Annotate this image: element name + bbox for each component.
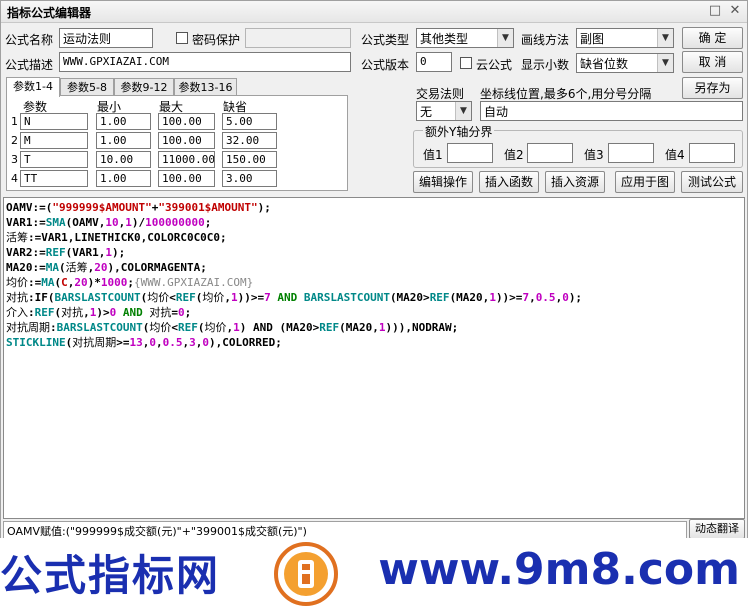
close-icon[interactable]: ✕ <box>727 3 743 19</box>
code-line-4: VAR2:=REF(VAR1,1); <box>6 246 126 259</box>
password-input[interactable] <box>245 28 351 48</box>
status-bar: OAMV赋值:("999999$成交额(元)"+"399001$成交额(元)") <box>3 521 687 539</box>
param-name-input[interactable]: TT <box>20 170 88 187</box>
edit-ops-button[interactable]: 编辑操作 <box>413 171 473 193</box>
formula-code-editor[interactable]: OAMV:=("999999$AMOUNT"+"399001$AMOUNT");… <box>3 197 745 519</box>
param-min-input[interactable]: 10.00 <box>96 151 151 168</box>
decimals-label: 显示小数 <box>521 58 570 72</box>
cancel-button[interactable]: 取 消 <box>682 51 743 73</box>
param-index: 1 <box>11 115 18 128</box>
param-index: 4 <box>11 172 18 185</box>
chevron-down-icon: ▼ <box>657 54 673 72</box>
param-index: 2 <box>11 134 18 147</box>
trade-rule-label: 交易法则 <box>416 87 465 101</box>
code-line-10: STICKLINE(对抗周期>=13,0,0.5,3,0),COLORRED; <box>6 336 282 349</box>
chevron-down-icon: ▼ <box>497 29 513 47</box>
site-logo-icon <box>274 542 338 606</box>
formula-name-input[interactable]: 运动法则 <box>59 28 153 48</box>
chevron-down-icon: ▼ <box>455 102 471 120</box>
param-min-input[interactable]: 1.00 <box>96 132 151 149</box>
param-default-input[interactable]: 32.00 <box>222 132 277 149</box>
param-index: 3 <box>11 153 18 166</box>
formula-name-label: 公式名称 <box>5 33 54 47</box>
save-as-button[interactable]: 另存为 <box>682 77 743 99</box>
formula-desc-label: 公式描述 <box>5 58 54 72</box>
restore-icon[interactable]: □ <box>707 3 723 19</box>
trade-rule-select[interactable]: 无 ▼ <box>416 101 472 121</box>
code-line-9: 对抗周期:BARSLASTCOUNT(均价<REF(均价,1) AND (MA2… <box>6 321 459 334</box>
ok-button[interactable]: 确 定 <box>682 27 743 49</box>
decimals-select[interactable]: 缺省位数 ▼ <box>576 53 674 73</box>
decimals-value: 缺省位数 <box>580 57 629 71</box>
draw-method-value: 副图 <box>580 32 605 46</box>
code-line-5: MA20:=MA(活筹,20),COLORMAGENTA; <box>6 261 207 274</box>
dynamic-translate-button[interactable]: 动态翻译 <box>689 519 745 539</box>
formula-desc-input[interactable]: WWW.GPXIAZAI.COM <box>59 52 351 72</box>
cloud-formula-label: 云公式 <box>476 58 513 72</box>
insert-resource-button[interactable]: 插入资源 <box>545 171 605 193</box>
param-name-input[interactable]: M <box>20 132 88 149</box>
trade-rule-value: 无 <box>420 105 433 119</box>
title-bar[interactable]: 指标公式编辑器 □ ✕ <box>1 1 747 23</box>
value3-label: 值3 <box>584 148 604 162</box>
watermark-banner: 公式指标网 www.9m8.com <box>0 538 748 613</box>
param-default-input[interactable]: 5.00 <box>222 113 277 130</box>
apply-to-chart-button[interactable]: 应用于图 <box>615 171 675 193</box>
code-line-7: 对抗:IF(BARSLASTCOUNT(均价<REF(均价,1))>=7 AND… <box>6 291 583 304</box>
code-line-2: VAR1:=SMA(OAMV,10,1)/100000000; <box>6 216 212 229</box>
banner-site-name: 公式指标网 <box>0 551 221 600</box>
value2-input[interactable] <box>527 143 573 163</box>
axis-lines-input[interactable]: 自动 <box>480 101 743 121</box>
param-min-input[interactable]: 1.00 <box>96 170 151 187</box>
window-title: 指标公式编辑器 <box>7 6 92 20</box>
cloud-formula-checkbox[interactable] <box>460 57 472 69</box>
password-checkbox[interactable] <box>176 32 188 44</box>
param-name-input[interactable]: N <box>20 113 88 130</box>
param-default-input[interactable]: 150.00 <box>222 151 277 168</box>
password-label: 密码保护 <box>192 33 241 47</box>
extra-y-axis-title: 额外Y轴分界 <box>423 123 495 140</box>
formula-version-input[interactable]: 0 <box>416 52 452 72</box>
formula-version-label: 公式版本 <box>361 58 410 72</box>
param-max-input[interactable]: 100.00 <box>158 113 215 130</box>
param-max-input[interactable]: 100.00 <box>158 132 215 149</box>
formula-editor-window: 指标公式编辑器 □ ✕ 公式名称 运动法则 密码保护 公式类型 其他类型 ▼ 画… <box>0 0 748 540</box>
value4-input[interactable] <box>689 143 735 163</box>
chevron-down-icon: ▼ <box>657 29 673 47</box>
code-line-3: 活筹:=VAR1,LINETHICK0,COLORC0C0C0; <box>6 231 227 244</box>
tab-params-1-4[interactable]: 参数1-4 <box>6 77 60 97</box>
formula-type-value: 其他类型 <box>420 32 469 46</box>
code-line-8: 介入:REF(对抗,1)>0 AND 对抗=0; <box>6 306 192 319</box>
param-max-input[interactable]: 100.00 <box>158 170 215 187</box>
value4-label: 值4 <box>665 148 685 162</box>
param-name-input[interactable]: T <box>20 151 88 168</box>
value3-input[interactable] <box>608 143 654 163</box>
param-min-input[interactable]: 1.00 <box>96 113 151 130</box>
value2-label: 值2 <box>504 148 524 162</box>
insert-function-button[interactable]: 插入函数 <box>479 171 539 193</box>
axis-lines-label: 坐标线位置,最多6个,用分号分隔 <box>480 87 652 101</box>
value1-input[interactable] <box>447 143 493 163</box>
formula-type-label: 公式类型 <box>361 33 410 47</box>
code-line-1: OAMV:=("999999$AMOUNT"+"399001$AMOUNT"); <box>6 201 271 214</box>
code-line-6: 均价:=MA(C,20)*1000;{WWW.GPXIAZAI.COM} <box>6 276 254 289</box>
formula-type-select[interactable]: 其他类型 ▼ <box>416 28 514 48</box>
param-max-input[interactable]: 11000.00 <box>158 151 215 168</box>
banner-url: www.9m8.com <box>378 544 740 595</box>
param-default-input[interactable]: 3.00 <box>222 170 277 187</box>
test-formula-button[interactable]: 测试公式 <box>681 171 743 193</box>
value1-label: 值1 <box>423 148 443 162</box>
draw-method-select[interactable]: 副图 ▼ <box>576 28 674 48</box>
draw-method-label: 画线方法 <box>521 33 570 47</box>
